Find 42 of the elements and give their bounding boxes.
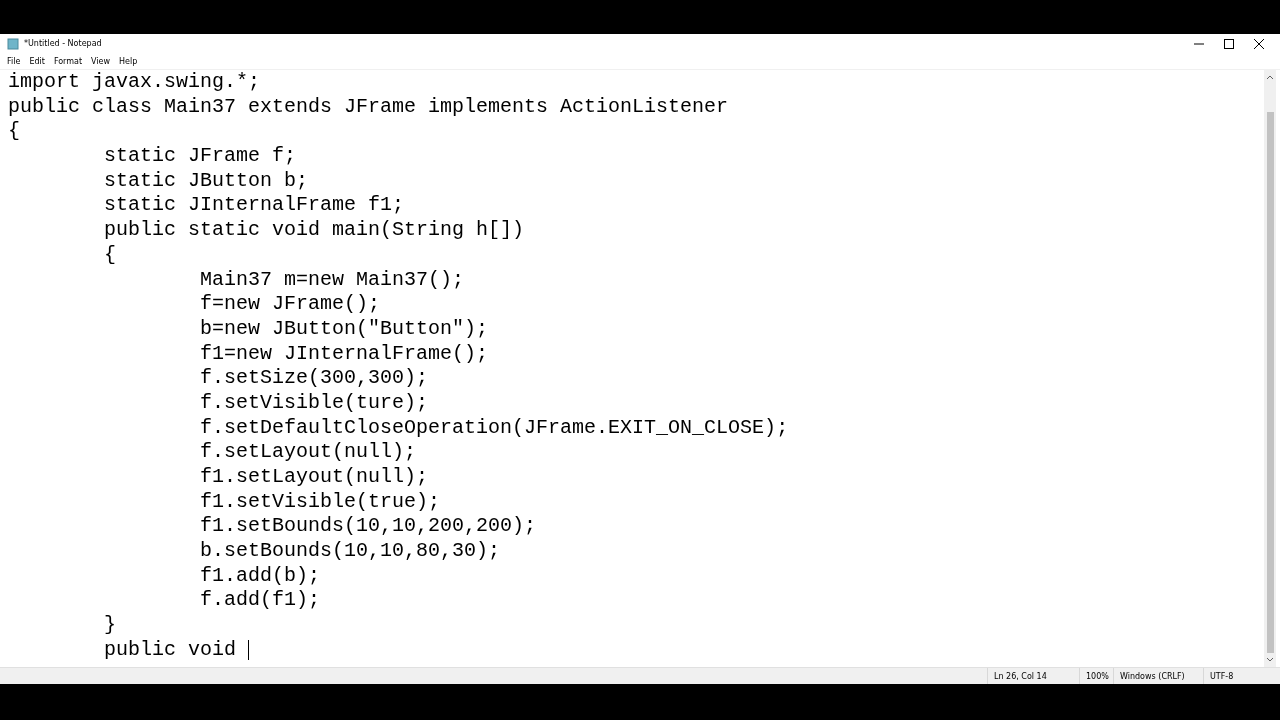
menu-item[interactable]: Help (118, 56, 143, 66)
scrollbar-thumb[interactable] (1266, 112, 1274, 653)
code-line: Main37 m=new Main37(); (199, 267, 465, 293)
scroll-down-icon[interactable] (1266, 657, 1274, 663)
code-line: static JButton b; (103, 168, 309, 194)
code-line: f1=new JInternalFrame(); (199, 341, 489, 367)
window-title: *Untitled - Notepad (24, 39, 102, 48)
code-line: f1.setVisible(true); (199, 489, 441, 515)
menu-item[interactable]: Format (52, 56, 88, 66)
line-ending: Windows (CRLF) (1113, 668, 1203, 684)
text-cursor (248, 640, 250, 661)
code-line: b=new JButton("Button"); (199, 316, 489, 342)
code-line: { (103, 242, 117, 268)
menu-item[interactable]: Edit (28, 56, 50, 66)
code-line: f.setVisible(ture); (199, 390, 429, 416)
code-line: f1.setLayout(null); (199, 465, 429, 490)
code-line: public void (103, 637, 238, 663)
cursor-position: Ln 26, Col 14 (987, 668, 1079, 684)
maximize-icon[interactable] (1224, 38, 1234, 49)
code-line: } (103, 613, 117, 638)
code-line: f.setLayout(null); (199, 440, 417, 465)
code-line: f.setDefaultCloseOperation(JFrame.EXIT_ON_CLOSE); (199, 415, 789, 441)
close-icon[interactable] (1254, 38, 1264, 49)
code-line: f.setSize(300,300); (199, 366, 429, 391)
code-line: static JInternalFrame f1; (103, 193, 405, 219)
scroll-up-icon[interactable] (1266, 74, 1274, 80)
code-line: f1.add(b); (199, 563, 321, 589)
menu-item[interactable]: File (6, 56, 26, 66)
menu-item[interactable]: View (90, 56, 116, 66)
zoom-level: 100% (1079, 668, 1113, 684)
vertical-scrollbar[interactable] (1264, 70, 1276, 667)
code-line: static JFrame f; (103, 144, 297, 169)
code-line: f.add(f1); (199, 588, 321, 614)
code-line: public class Main37 extends JFrame implements ActionListener (8, 94, 729, 120)
code-line: public static void main(String h[]) (103, 218, 525, 243)
code-line: b.setBounds(10,10,80,30); (199, 539, 501, 564)
code-line: f1.setBounds(10,10,200,200); (199, 514, 537, 540)
notepad-icon (7, 37, 19, 50)
code-line: import javax.swing.*; (8, 70, 261, 95)
code-line: f=new JFrame(); (199, 292, 381, 317)
code-line: { (8, 119, 20, 145)
encoding: UTF-8 (1203, 668, 1280, 684)
